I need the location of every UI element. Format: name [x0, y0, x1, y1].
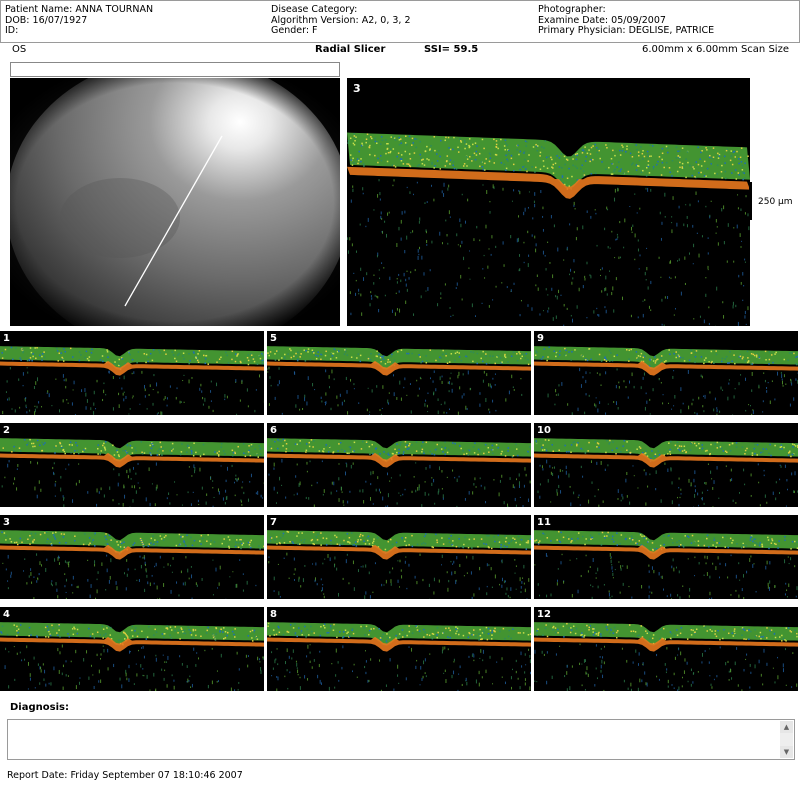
scan-tile[interactable]: 1 — [0, 331, 264, 415]
scan-tile-graphic — [0, 346, 264, 415]
scan-tile[interactable]: 10 — [534, 423, 798, 507]
patient-info: Patient Name: ANNA TOURNAN DOB: 16/07/19… — [5, 4, 154, 37]
scan-tile-number: 9 — [537, 333, 544, 344]
patient-dob: DOB: 16/07/1927 — [5, 14, 88, 26]
scan-tile-number: 10 — [537, 425, 551, 436]
scan-tile-number: 2 — [3, 425, 10, 436]
scale-bar — [749, 182, 752, 220]
scan-size: 6.00mm x 6.00mm Scan Size — [642, 44, 789, 55]
patient-name: Patient Name: ANNA TOURNAN — [5, 4, 154, 15]
scan-tile-graphic — [267, 622, 531, 691]
main-oct-scan[interactable]: 3 — [347, 78, 750, 326]
scan-tile-graphic — [0, 622, 264, 691]
scan-tile-number: 6 — [270, 425, 277, 436]
scan-tile[interactable]: 9 — [534, 331, 798, 415]
physician-info: Photographer: Examine Date: 05/09/2007 P… — [538, 4, 715, 37]
diagnosis-scrollbar[interactable]: ▲ ▼ — [780, 721, 793, 758]
fundus-title-bar — [10, 62, 340, 77]
photographer: Photographer: — [538, 4, 606, 15]
patient-id: ID: — [5, 25, 19, 36]
scan-tile-graphic — [0, 438, 264, 507]
eye-label: OS — [12, 44, 27, 55]
scan-tile-number: 11 — [537, 517, 551, 528]
scan-tile[interactable]: 6 — [267, 423, 531, 507]
scan-tile[interactable]: 11 — [534, 515, 798, 599]
scroll-down-icon[interactable]: ▼ — [780, 746, 793, 758]
scale-label: 250 µm — [758, 197, 793, 207]
report-date: Report Date: Friday September 07 18:10:4… — [7, 770, 243, 781]
scan-tile-number: 5 — [270, 333, 277, 344]
gender: Gender: F — [271, 25, 318, 36]
main-scan-number: 3 — [353, 82, 361, 95]
exam-info: Disease Category: Algorithm Version: A2,… — [271, 4, 411, 37]
diagnosis-textarea[interactable]: ▲ ▼ — [7, 719, 795, 760]
scan-tile[interactable]: 7 — [267, 515, 531, 599]
scan-tile[interactable]: 12 — [534, 607, 798, 691]
scan-tile-number: 12 — [537, 609, 551, 620]
scan-tile-graphic — [0, 530, 264, 599]
scan-tile[interactable]: 8 — [267, 607, 531, 691]
scan-tile-graphic — [267, 346, 531, 415]
primary-physician: Primary Physician: DEGLISE, PATRICE — [538, 25, 715, 36]
scan-tile-graphic — [534, 346, 798, 415]
scan-tile[interactable]: 4 — [0, 607, 264, 691]
diagnosis-label: Diagnosis: — [10, 702, 69, 713]
scan-tile-graphic — [267, 438, 531, 507]
scan-tile-graphic — [534, 530, 798, 599]
scan-mode: Radial Slicer — [315, 44, 386, 55]
fundus-graphic — [10, 78, 340, 326]
scan-tile-graphic — [534, 438, 798, 507]
patient-header: Patient Name: ANNA TOURNAN DOB: 16/07/19… — [0, 0, 800, 43]
scan-tile-number: 7 — [270, 517, 277, 528]
scroll-up-icon[interactable]: ▲ — [780, 721, 793, 733]
scan-tile[interactable]: 5 — [267, 331, 531, 415]
scan-tile[interactable]: 2 — [0, 423, 264, 507]
scan-tile-graphic — [267, 530, 531, 599]
scan-tile-number: 8 — [270, 609, 277, 620]
scan-tile[interactable]: 3 — [0, 515, 264, 599]
scan-tile-number: 4 — [3, 609, 10, 620]
main-scan-graphic — [347, 132, 750, 326]
scan-tile-number: 3 — [3, 517, 10, 528]
disease-category: Disease Category: — [271, 4, 358, 15]
ssi-value: SSI= 59.5 — [424, 44, 479, 55]
fundus-image[interactable] — [10, 78, 340, 326]
scan-tile-graphic — [534, 622, 798, 691]
scan-tile-number: 1 — [3, 333, 10, 344]
